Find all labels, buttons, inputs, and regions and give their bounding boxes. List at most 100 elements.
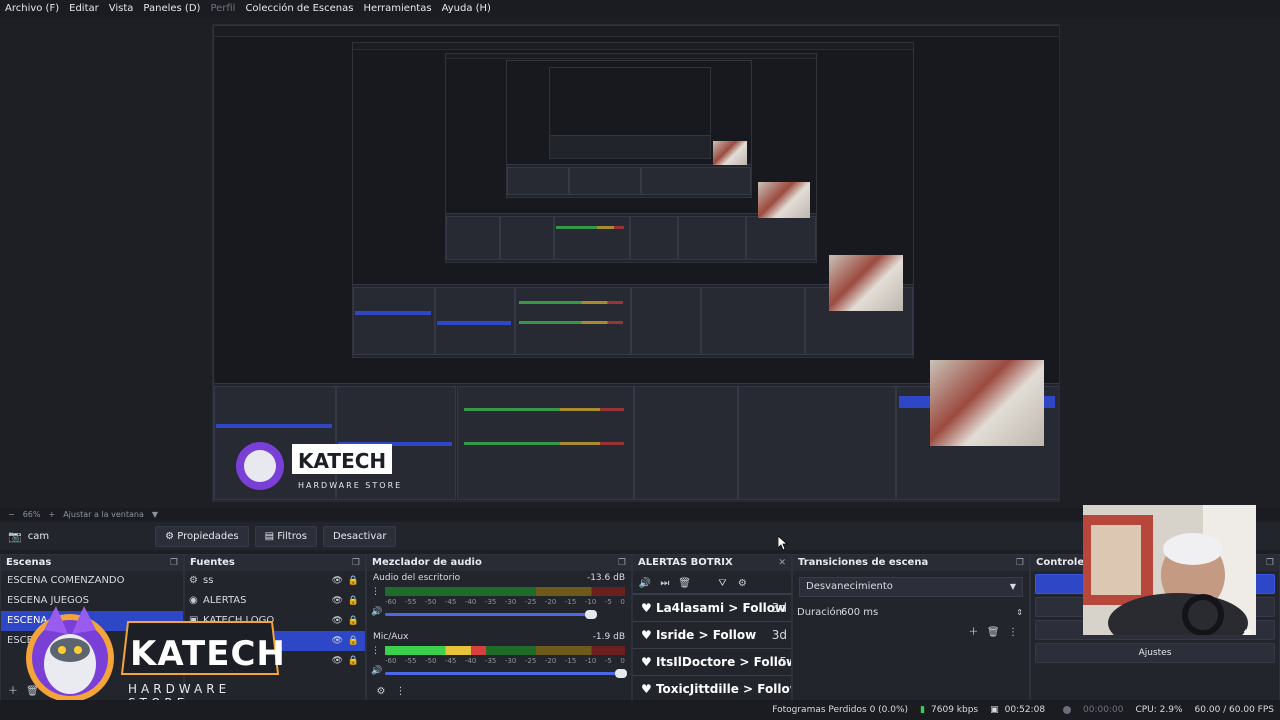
properties-button[interactable]: ⚙ Propiedades: [155, 525, 249, 547]
trash-icon[interactable]: 🗑: [677, 573, 693, 595]
webcam-mini-2: [829, 255, 903, 311]
cpu-usage: CPU: 2.9%: [1135, 705, 1183, 715]
undock-icon[interactable]: ❐: [352, 555, 360, 571]
gear-icon[interactable]: ⚙: [734, 573, 750, 595]
alert-row[interactable]: ♥ La4lasami > Follow 3d: [633, 595, 791, 622]
scale-tick: -55: [404, 657, 417, 665]
lock-icon[interactable]: 🔒: [348, 631, 359, 651]
skip-icon[interactable]: ⏭: [657, 573, 673, 595]
rec-icon: [1057, 705, 1077, 715]
transitions-title: Transiciones de escena: [798, 557, 929, 568]
logo-mini: KATECH HARDWARE STORE: [234, 434, 404, 494]
alert-row[interactable]: ♥ Isride > Follow 3d: [633, 622, 791, 649]
preview-canvas[interactable]: KATECH HARDWARE STORE: [212, 24, 1060, 502]
duration-label: Duración: [797, 607, 843, 618]
alert-row[interactable]: ♥ ToxicJittdille > Follow: [633, 676, 791, 703]
spinner-icon[interactable]: ⇕: [1016, 603, 1023, 623]
eye-icon[interactable]: 👁: [332, 591, 343, 611]
transition-select[interactable]: Desvanecimiento ▼: [799, 577, 1023, 597]
heart-icon: ♥: [641, 628, 656, 642]
gear-icon[interactable]: ⚙: [373, 686, 389, 697]
menu-item-2[interactable]: Vista: [104, 0, 139, 18]
scene-item[interactable]: ESCENA COMENZANDO: [1, 571, 183, 591]
menu-item-0[interactable]: Archivo (F): [0, 0, 64, 18]
volume-icon[interactable]: 🔊: [637, 573, 653, 595]
duration-input[interactable]: 600 ms: [841, 603, 878, 623]
deactivate-button[interactable]: Desactivar: [322, 525, 397, 547]
mirror-level-4: [506, 60, 752, 198]
lock-icon[interactable]: 🔒: [348, 651, 359, 671]
audio-mixer-dock: Mezclador de audio ❐ Audio del escritorio…: [366, 554, 632, 702]
signal-icon: ▮: [920, 705, 926, 715]
scale-tick: 0: [620, 598, 625, 606]
chevron-down-icon: ▼: [1009, 582, 1016, 591]
webcam-mini-3: [758, 182, 810, 218]
scale-tick: -20: [544, 657, 557, 665]
chevron-down-icon[interactable]: ▼: [152, 510, 158, 519]
scale-tick: -5: [604, 657, 612, 665]
scale-tick: -30: [504, 657, 517, 665]
gear-icon: ⚙: [165, 530, 178, 542]
eye-icon[interactable]: 👁: [332, 611, 343, 631]
kebab-menu-icon[interactable]: ⋮: [371, 646, 380, 656]
speaker-icon[interactable]: 🔊: [371, 666, 382, 676]
zoom-fit-select[interactable]: Ajustar a la ventana: [63, 510, 144, 519]
gear-icon[interactable]: ⚙: [1243, 628, 1252, 635]
alerts-dock: ALERTAS BOTRIX ✕ 🔊 ⏭ 🗑 ⛛ ⚙ ♥ La4lasami > …: [632, 554, 792, 703]
fps: 60.00 / 60.00 FPS: [1194, 705, 1274, 715]
scale-tick: -30: [504, 598, 517, 606]
kebab-menu-icon[interactable]: ⋮: [371, 587, 380, 597]
undock-icon[interactable]: ❐: [170, 555, 178, 571]
mirror-level-5: [549, 67, 711, 159]
add-icon[interactable]: ＋: [5, 682, 21, 697]
scale-tick: -60: [385, 598, 397, 606]
zoom-plus-button[interactable]: +: [48, 510, 55, 519]
menu-item-4[interactable]: Perfil: [205, 0, 240, 18]
meter-scale: -60 -55 -50 -45 -40 -35 -30 -25 -20 -15 -10 -5 0: [385, 657, 625, 665]
volume-slider[interactable]: [385, 669, 628, 678]
lock-icon[interactable]: 🔒: [348, 611, 359, 631]
settings-button[interactable]: Ajustes: [1035, 643, 1275, 663]
source-label: ss: [203, 575, 214, 586]
trash-icon[interactable]: 🗑: [985, 627, 1001, 638]
mirror-level-1: KATECH HARDWARE STORE: [213, 25, 1059, 501]
rec-time: 00:00:00: [1083, 705, 1124, 715]
scene-icon: ⚙: [189, 575, 198, 586]
add-icon[interactable]: ＋: [965, 623, 981, 638]
menu-item-3[interactable]: Paneles (D): [138, 0, 205, 18]
undock-icon[interactable]: ❐: [1266, 555, 1274, 571]
scale-tick: -60: [385, 657, 397, 665]
eye-icon[interactable]: 👁: [332, 651, 343, 671]
kebab-menu-icon[interactable]: ⋮: [1005, 627, 1021, 638]
zoom-minus-button[interactable]: −: [8, 510, 15, 519]
scale-tick: -5: [604, 598, 612, 606]
lock-icon[interactable]: 🔒: [348, 571, 359, 591]
volume-slider[interactable]: [385, 610, 597, 619]
menu-item-5[interactable]: Colección de Escenas: [240, 0, 358, 18]
filters-button[interactable]: ▤ Filtros: [254, 525, 317, 547]
close-icon[interactable]: ✕: [778, 555, 786, 571]
undock-icon[interactable]: ❐: [1016, 555, 1024, 571]
eye-icon[interactable]: 👁: [332, 571, 343, 591]
scale-tick: -35: [484, 657, 497, 665]
menu-item-7[interactable]: Ayuda (H): [437, 0, 496, 18]
channel-db: -13.6 dB: [586, 573, 625, 583]
scale-tick: -55: [404, 598, 417, 606]
svg-text:KATECH: KATECH: [298, 449, 386, 473]
menu-item-6[interactable]: Herramientas: [358, 0, 436, 18]
heart-icon: ♥: [641, 655, 656, 669]
alert-row[interactable]: ♥ ItsIlDoctore > Follow 5: [633, 649, 791, 676]
menu-item-1[interactable]: Editar: [64, 0, 104, 18]
volume-meter: [385, 587, 625, 596]
filter-icon[interactable]: ⛛: [714, 573, 730, 595]
mixer-channel: Audio del escritorio -13.6 dB ⋮ -60 -55 -50 -4…: [367, 571, 631, 630]
mixer-toolbar: ⚙ ⋮: [373, 684, 409, 697]
channel-db: -1.9 dB: [592, 632, 625, 642]
mirror-level-2: [352, 42, 914, 358]
undock-icon[interactable]: ❐: [618, 555, 626, 571]
kebab-menu-icon[interactable]: ⋮: [393, 686, 409, 697]
source-item[interactable]: ⚙ ss 👁 🔒: [185, 571, 365, 591]
speaker-icon[interactable]: 🔊: [371, 607, 382, 617]
lock-icon[interactable]: 🔒: [348, 591, 359, 611]
eye-icon[interactable]: 👁: [332, 631, 343, 651]
